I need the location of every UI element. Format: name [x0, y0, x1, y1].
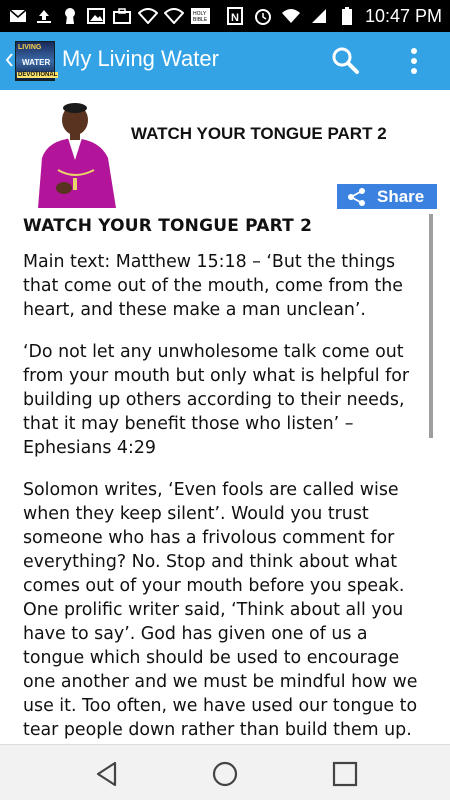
- article-title: WATCH YOUR TONGUE PART 2: [23, 216, 313, 236]
- navigation-bar: [0, 744, 450, 800]
- wifi-icon: [164, 7, 184, 25]
- wifi-icon: [281, 7, 301, 25]
- back-icon[interactable]: [92, 759, 122, 789]
- image-icon: [86, 7, 106, 25]
- article-body: WATCH YOUR TONGUE PART 2 Main text: Matt…: [23, 216, 423, 744]
- alarm-icon: [253, 7, 273, 25]
- recents-icon[interactable]: [330, 759, 360, 789]
- content-area[interactable]: WATCH YOUR TONGUE PART 2 Share WATCH YOU…: [0, 90, 450, 744]
- search-icon[interactable]: [330, 45, 360, 75]
- share-button[interactable]: Share: [337, 184, 437, 209]
- battery-icon: [337, 7, 357, 25]
- svg-text:BIBLE: BIBLE: [193, 17, 208, 23]
- status-time: 10:47 PM: [364, 5, 442, 26]
- overflow-menu-icon[interactable]: [406, 45, 422, 77]
- app-title: My Living Water: [62, 46, 219, 71]
- signal-icon: [309, 7, 329, 25]
- share-icon: [348, 187, 365, 206]
- nfc-icon: N: [225, 7, 245, 25]
- article-paragraph: ‘Do not let any unwholesome talk come ou…: [23, 342, 409, 458]
- upload-icon: [34, 7, 54, 25]
- home-icon[interactable]: [210, 759, 240, 789]
- bible-icon: HOLY BIBLE: [190, 7, 210, 25]
- wifi-icon: [138, 7, 158, 25]
- share-label: Share: [377, 186, 425, 206]
- scrollbar-thumb[interactable]: [429, 214, 433, 438]
- author-photo: [28, 98, 122, 208]
- svg-text:N: N: [231, 12, 239, 24]
- system-icons: N 10:47 PM: [225, 6, 442, 26]
- devotional-header-title: WATCH YOUR TONGUE PART 2: [131, 124, 387, 143]
- email-icon: [8, 7, 28, 25]
- status-bar: HOLY BIBLE N 10:47 PM: [0, 0, 450, 32]
- notification-icons: HOLY BIBLE: [8, 6, 210, 26]
- logo-text-bottom: DEVOTIONAL: [17, 72, 59, 78]
- back-chevron-icon[interactable]: [4, 46, 14, 74]
- article-paragraph: Solomon writes, ‘Even fools are called w…: [23, 480, 418, 740]
- app-bar: LIVING WATER DEVOTIONAL My Living Water: [0, 32, 450, 90]
- logo-text-top: LIVING: [18, 44, 42, 51]
- briefcase-icon: [112, 7, 132, 25]
- logo-text-mid: WATER: [22, 58, 51, 67]
- article-paragraph: Main text: Matthew 15:18 – ‘But the thin…: [23, 252, 403, 320]
- keyhole-icon: [60, 7, 80, 25]
- app-logo[interactable]: LIVING WATER DEVOTIONAL: [15, 41, 59, 81]
